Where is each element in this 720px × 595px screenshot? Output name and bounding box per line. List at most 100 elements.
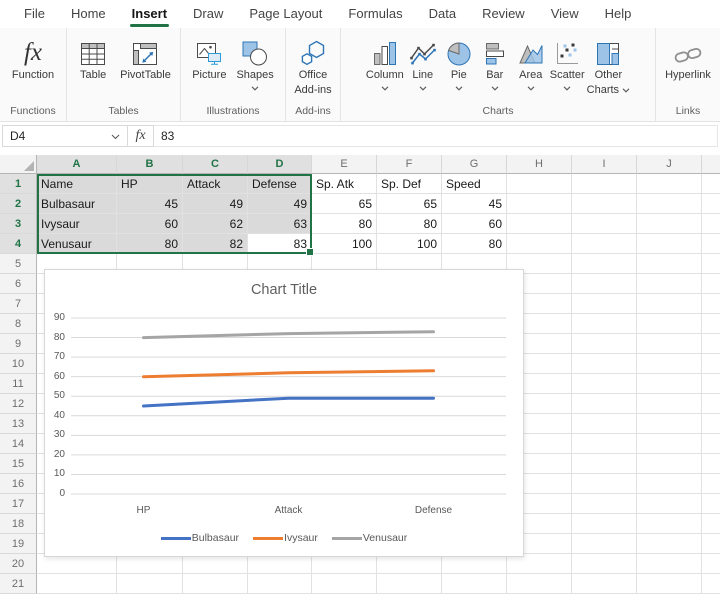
cell-j15[interactable] xyxy=(637,454,702,474)
row-header-12[interactable]: 12 xyxy=(0,394,37,414)
legend-item-ivysaur[interactable]: Ivysaur xyxy=(253,532,318,544)
row-header-7[interactable]: 7 xyxy=(0,294,37,314)
cell-g2[interactable]: 45 xyxy=(442,194,507,214)
cell-j12[interactable] xyxy=(637,394,702,414)
column-header-c[interactable]: C xyxy=(183,155,248,174)
cell-b20[interactable] xyxy=(117,554,183,574)
menu-tab-view[interactable]: View xyxy=(538,0,592,28)
cell-a2[interactable]: Bulbasaur xyxy=(37,194,117,214)
row-header-18[interactable]: 18 xyxy=(0,514,37,534)
cell-a4[interactable]: Venusaur xyxy=(37,234,117,254)
ribbon-button-scatter[interactable]: Scatter xyxy=(550,35,585,93)
insert-function-button[interactable]: fx xyxy=(128,125,154,147)
cell-b1[interactable]: HP xyxy=(117,174,183,194)
cell-i4[interactable] xyxy=(572,234,637,254)
menu-tab-data[interactable]: Data xyxy=(416,0,469,28)
cell-j4[interactable] xyxy=(637,234,702,254)
ribbon-button-office-add-ins[interactable]: OfficeAdd-ins xyxy=(294,35,331,97)
cell-g3[interactable]: 60 xyxy=(442,214,507,234)
cell-e20[interactable] xyxy=(312,554,377,574)
formula-input[interactable]: 83 xyxy=(154,125,718,147)
cell-j16[interactable] xyxy=(637,474,702,494)
column-header-f[interactable]: F xyxy=(377,155,442,174)
cell-i16[interactable] xyxy=(572,474,637,494)
cell-b3[interactable]: 60 xyxy=(117,214,183,234)
cell-f1[interactable]: Sp. Def xyxy=(377,174,442,194)
cell-c20[interactable] xyxy=(183,554,248,574)
row-header-9[interactable]: 9 xyxy=(0,334,37,354)
cell-i20[interactable] xyxy=(572,554,637,574)
cell-i8[interactable] xyxy=(572,314,637,334)
cell-c4[interactable]: 82 xyxy=(183,234,248,254)
row-header-11[interactable]: 11 xyxy=(0,374,37,394)
legend-item-bulbasaur[interactable]: Bulbasaur xyxy=(161,532,239,544)
select-all-button[interactable] xyxy=(0,155,37,174)
cell-f3[interactable]: 80 xyxy=(377,214,442,234)
cell-j13[interactable] xyxy=(637,414,702,434)
ribbon-button-table[interactable]: Table xyxy=(76,35,110,82)
cell-i12[interactable] xyxy=(572,394,637,414)
cell-i5[interactable] xyxy=(572,254,637,274)
cell-j7[interactable] xyxy=(637,294,702,314)
cell-f20[interactable] xyxy=(377,554,442,574)
cell-d20[interactable] xyxy=(248,554,312,574)
cell-j14[interactable] xyxy=(637,434,702,454)
cell-j1[interactable] xyxy=(637,174,702,194)
cell-c1[interactable]: Attack xyxy=(183,174,248,194)
cell-b21[interactable] xyxy=(117,574,183,594)
cell-j17[interactable] xyxy=(637,494,702,514)
cell-h4[interactable] xyxy=(507,234,572,254)
cell-g20[interactable] xyxy=(442,554,507,574)
series-line-venusaur[interactable] xyxy=(144,332,434,338)
cell-i10[interactable] xyxy=(572,354,637,374)
series-line-ivysaur[interactable] xyxy=(144,371,434,377)
cell-b2[interactable]: 45 xyxy=(117,194,183,214)
cell-j18[interactable] xyxy=(637,514,702,534)
name-box[interactable]: D4 xyxy=(2,125,128,147)
row-header-4[interactable]: 4 xyxy=(0,234,37,254)
cell-i14[interactable] xyxy=(572,434,637,454)
ribbon-button-pie[interactable]: Pie xyxy=(442,35,476,93)
menu-tab-insert[interactable]: Insert xyxy=(119,0,180,28)
row-header-13[interactable]: 13 xyxy=(0,414,37,434)
cell-e2[interactable]: 65 xyxy=(312,194,377,214)
row-header-10[interactable]: 10 xyxy=(0,354,37,374)
legend-item-venusaur[interactable]: Venusaur xyxy=(332,532,407,544)
ribbon-button-hyperlink[interactable]: Hyperlink xyxy=(665,35,711,82)
cell-j9[interactable] xyxy=(637,334,702,354)
ribbon-button-other-charts[interactable]: OtherCharts xyxy=(587,35,630,97)
cell-i1[interactable] xyxy=(572,174,637,194)
cell-f2[interactable]: 65 xyxy=(377,194,442,214)
cell-j3[interactable] xyxy=(637,214,702,234)
column-header-d[interactable]: D xyxy=(248,155,312,174)
row-header-19[interactable]: 19 xyxy=(0,534,37,554)
cell-a21[interactable] xyxy=(37,574,117,594)
cell-e1[interactable]: Sp. Atk xyxy=(312,174,377,194)
menu-tab-help[interactable]: Help xyxy=(592,0,645,28)
row-header-20[interactable]: 20 xyxy=(0,554,37,574)
cell-g1[interactable]: Speed xyxy=(442,174,507,194)
ribbon-button-area[interactable]: Area xyxy=(514,35,548,93)
cell-d2[interactable]: 49 xyxy=(248,194,312,214)
cell-i21[interactable] xyxy=(572,574,637,594)
cell-a3[interactable]: Ivysaur xyxy=(37,214,117,234)
cell-d3[interactable]: 63 xyxy=(248,214,312,234)
ribbon-button-function[interactable]: fxFunction xyxy=(12,35,54,82)
cell-c3[interactable]: 62 xyxy=(183,214,248,234)
row-header-21[interactable]: 21 xyxy=(0,574,37,594)
cell-j2[interactable] xyxy=(637,194,702,214)
menu-tab-file[interactable]: File xyxy=(11,0,58,28)
cell-a20[interactable] xyxy=(37,554,117,574)
cell-i6[interactable] xyxy=(572,274,637,294)
ribbon-button-shapes[interactable]: Shapes xyxy=(236,35,273,93)
cell-d1[interactable]: Defense xyxy=(248,174,312,194)
cell-i19[interactable] xyxy=(572,534,637,554)
cell-h21[interactable] xyxy=(507,574,572,594)
cell-i3[interactable] xyxy=(572,214,637,234)
cell-j20[interactable] xyxy=(637,554,702,574)
cell-b4[interactable]: 80 xyxy=(117,234,183,254)
cell-g21[interactable] xyxy=(442,574,507,594)
cell-i18[interactable] xyxy=(572,514,637,534)
cell-a1[interactable]: Name xyxy=(37,174,117,194)
cell-j10[interactable] xyxy=(637,354,702,374)
